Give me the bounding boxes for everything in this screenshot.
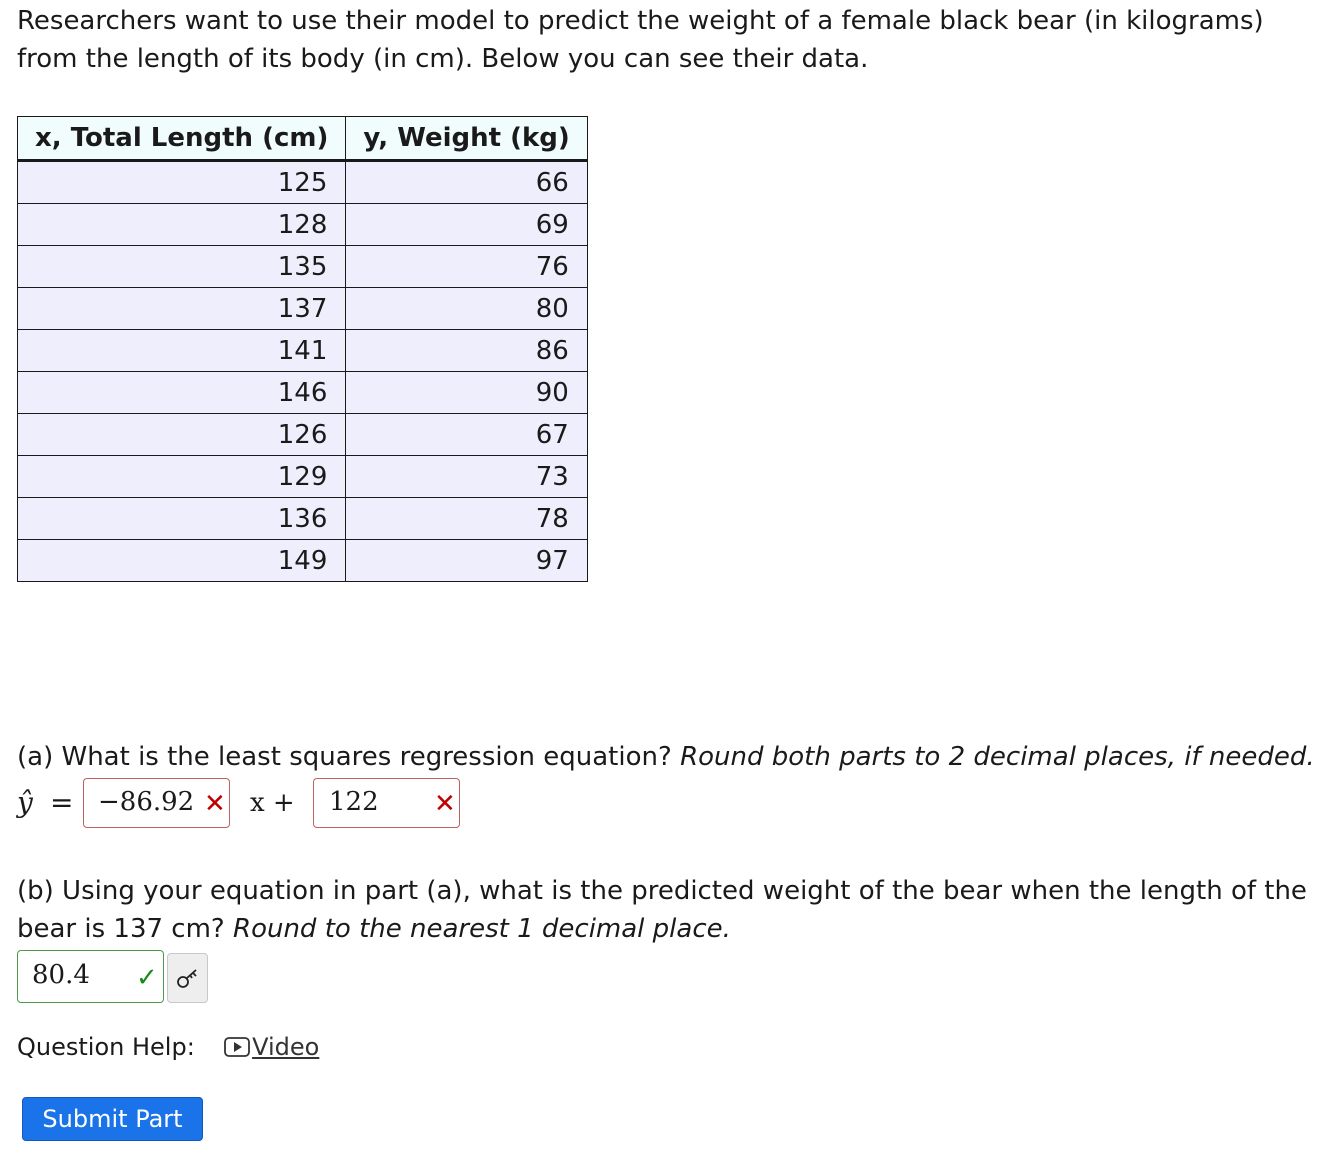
cell-x: 136: [16, 497, 347, 540]
cell-y: 69: [345, 203, 588, 246]
part-b-instruction: Round to the nearest 1 decimal place.: [233, 914, 731, 944]
table-row: 125 66: [16, 160, 588, 204]
part-a-instruction: Round both parts to 2 decimal places, if…: [680, 742, 1315, 772]
cell-y: 78: [345, 497, 588, 540]
table-row: 149 97: [16, 539, 588, 582]
question-help-label: Question Help:: [17, 1033, 195, 1061]
x-icon: ✕: [434, 789, 456, 819]
video-link[interactable]: Video: [224, 1033, 319, 1061]
cell-y: 67: [345, 413, 588, 456]
header-x: x, Total Length (cm): [16, 116, 347, 162]
check-icon: ✓: [136, 963, 158, 993]
table-row: 141 86: [16, 329, 588, 372]
part-b-question: (b) Using your equation in part (a), wha…: [17, 872, 1317, 948]
cell-x: 141: [16, 329, 347, 372]
key-button[interactable]: [167, 953, 208, 1003]
prediction-answer-value: 80.4: [32, 960, 90, 990]
play-icon: [224, 1037, 250, 1057]
equation-x-plus: x +: [250, 788, 295, 818]
data-table: x, Total Length (cm) y, Weight (kg) 125 6…: [16, 116, 588, 582]
cell-x: 149: [16, 539, 347, 582]
key-icon: [177, 969, 197, 988]
intercept-answer-value: 122: [329, 787, 379, 817]
intro-text: Researchers want to use their model to p…: [17, 6, 1264, 74]
table-header-row: x, Total Length (cm) y, Weight (kg): [16, 116, 588, 162]
cell-x: 146: [16, 371, 347, 414]
cell-y: 90: [345, 371, 588, 414]
equals-sign: =: [50, 786, 74, 819]
table-row: 136 78: [16, 497, 588, 540]
cell-y: 66: [345, 160, 588, 204]
intercept-answer-field[interactable]: 122 ✕: [313, 778, 460, 828]
cell-y: 86: [345, 329, 588, 372]
table-row: 128 69: [16, 203, 588, 246]
cell-x: 128: [16, 203, 347, 246]
header-y: y, Weight (kg): [345, 116, 588, 162]
table-row: 146 90: [16, 371, 588, 414]
cell-x: 126: [16, 413, 347, 456]
cell-x: 125: [16, 160, 347, 204]
cell-x: 129: [16, 455, 347, 498]
x-icon: ✕: [204, 789, 226, 819]
cell-y: 73: [345, 455, 588, 498]
cell-y: 80: [345, 287, 588, 330]
table-row: 135 76: [16, 245, 588, 288]
submit-part-button[interactable]: Submit Part: [22, 1097, 203, 1141]
prediction-answer-field[interactable]: 80.4 ✓: [17, 950, 164, 1003]
video-link-label: Video: [252, 1033, 320, 1061]
cell-y: 97: [345, 539, 588, 582]
table-row: 137 80: [16, 287, 588, 330]
question-help: Question Help: Video: [17, 1028, 319, 1066]
part-a-question-text: (a) What is the least squares regression…: [17, 742, 672, 772]
table-row: 126 67: [16, 413, 588, 456]
table-row: 129 73: [16, 455, 588, 498]
slope-answer-field[interactable]: −86.92 ✕: [83, 778, 230, 828]
cell-y: 76: [345, 245, 588, 288]
cell-x: 135: [16, 245, 347, 288]
cell-x: 137: [16, 287, 347, 330]
part-a-question: (a) What is the least squares regression…: [17, 738, 1315, 776]
slope-answer-value: −86.92: [98, 787, 195, 817]
y-hat-symbol: ŷ: [17, 786, 33, 819]
